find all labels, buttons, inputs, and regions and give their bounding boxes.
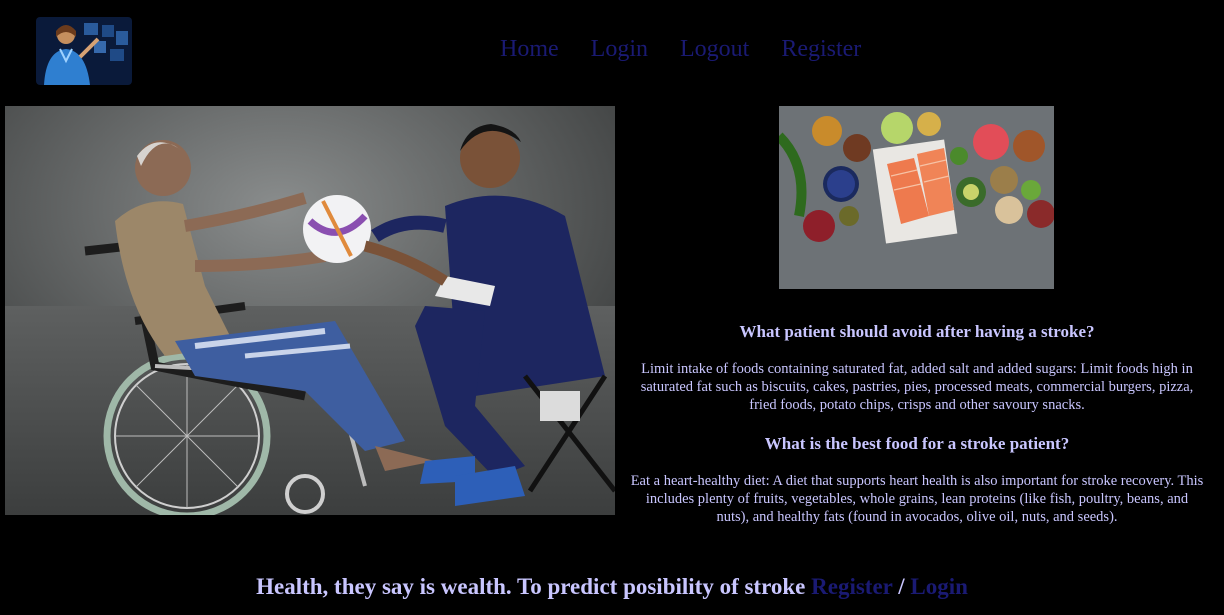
best-foods-heading: What is the best food for a stroke patie… xyxy=(764,434,1070,453)
hero-caregiver-patient-image xyxy=(5,106,615,515)
footer-cta: Health, they say is wealth. To predict p… xyxy=(0,574,1224,600)
footer-text: Health, they say is wealth. To predict p… xyxy=(256,574,812,599)
footer-login-link[interactable]: Login xyxy=(910,574,968,599)
nav-login-link[interactable]: Login xyxy=(591,36,648,63)
main-nav: Home Login Logout Register xyxy=(500,36,861,63)
stroke-info-section: What patient should avoid after having a… xyxy=(628,322,1206,546)
avoid-foods-heading: What patient should avoid after having a… xyxy=(739,322,1095,341)
footer-separator: / xyxy=(892,574,911,599)
logo-doctor-image xyxy=(36,17,132,85)
header: Home Login Logout Register xyxy=(0,0,1224,100)
nav-register-link[interactable]: Register xyxy=(781,36,861,63)
avoid-foods-text: Limit intake of foods containing saturat… xyxy=(640,361,1194,413)
healthy-food-image xyxy=(779,106,1054,289)
nav-home-link[interactable]: Home xyxy=(500,36,559,63)
footer-register-link[interactable]: Register xyxy=(811,574,892,599)
best-foods-text: Eat a heart-healthy diet: A diet that su… xyxy=(630,473,1204,525)
nav-logout-link[interactable]: Logout xyxy=(680,36,749,63)
